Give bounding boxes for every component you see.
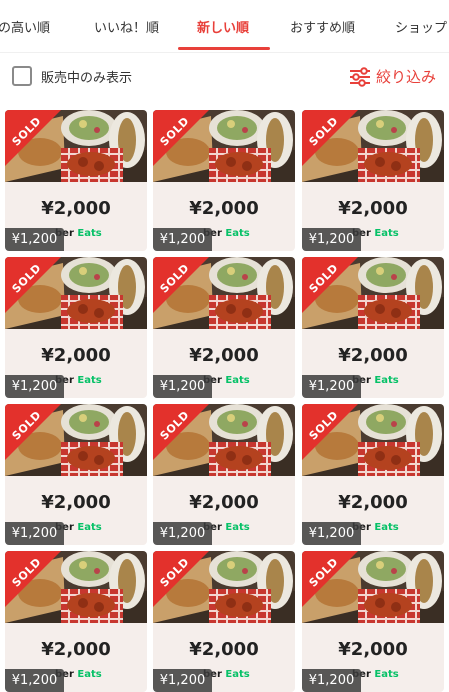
brand-suffix: Eats (77, 375, 102, 386)
brand-suffix: Eats (77, 669, 102, 680)
gift-card-amount: ¥2,000 (338, 345, 408, 366)
product-card[interactable]: SOLD ¥2,000 ber Eats ¥1,200 (302, 257, 444, 398)
price-tag: ¥1,200 (153, 375, 212, 398)
tab-recommended[interactable]: おすすめ順 (290, 17, 355, 36)
brand-suffix: Eats (374, 375, 399, 386)
price-tag: ¥1,200 (153, 228, 212, 251)
brand-suffix: Eats (225, 375, 250, 386)
price-tag: ¥1,200 (302, 375, 361, 398)
gift-card-amount: ¥2,000 (41, 492, 111, 513)
brand-suffix: Eats (225, 522, 250, 533)
brand-suffix: Eats (374, 228, 399, 239)
product-card[interactable]: SOLD ¥2,000 ber Eats ¥1,200 (5, 110, 147, 251)
gift-card-amount: ¥2,000 (189, 492, 259, 513)
product-card[interactable]: SOLD ¥2,000 ber Eats ¥1,200 (5, 551, 147, 692)
tab-shop[interactable]: ショップ (395, 17, 447, 36)
product-card[interactable]: SOLD ¥2,000 ber Eats ¥1,200 (153, 257, 295, 398)
price-tag: ¥1,200 (5, 228, 64, 251)
tab-newest[interactable]: 新しい順 (197, 17, 249, 36)
price-tag: ¥1,200 (302, 522, 361, 545)
gift-card-amount: ¥2,000 (189, 639, 259, 660)
brand-suffix: Eats (225, 228, 250, 239)
product-card[interactable]: SOLD ¥2,000 ber Eats ¥1,200 (302, 110, 444, 251)
price-tag: ¥1,200 (153, 669, 212, 692)
gift-card-amount: ¥2,000 (41, 345, 111, 366)
on-sale-only-label: 販売中のみ表示 (41, 70, 133, 86)
filter-bar: 販売中のみ表示 絞り込み (0, 52, 449, 108)
sliders-icon (349, 66, 370, 87)
price-tag: ¥1,200 (5, 669, 64, 692)
filter-label: 絞り込み (375, 68, 436, 86)
tab-price-high[interactable]: の高い順 (0, 17, 50, 36)
brand-suffix: Eats (374, 522, 399, 533)
price-tag: ¥1,200 (153, 522, 212, 545)
gift-card-amount: ¥2,000 (338, 492, 408, 513)
filter-button[interactable]: 絞り込み (349, 66, 436, 87)
gift-card-amount: ¥2,000 (41, 198, 111, 219)
active-tab-indicator (178, 47, 270, 50)
tab-likes[interactable]: いいね！順 (94, 17, 159, 36)
gift-card-amount: ¥2,000 (338, 198, 408, 219)
gift-card-amount: ¥2,000 (41, 639, 111, 660)
price-tag: ¥1,200 (302, 669, 361, 692)
product-card[interactable]: SOLD ¥2,000 ber Eats ¥1,200 (302, 551, 444, 692)
brand-suffix: Eats (77, 228, 102, 239)
brand-suffix: Eats (225, 669, 250, 680)
brand-suffix: Eats (374, 669, 399, 680)
product-card[interactable]: SOLD ¥2,000 ber Eats ¥1,200 (153, 551, 295, 692)
gift-card-amount: ¥2,000 (189, 198, 259, 219)
product-card[interactable]: SOLD ¥2,000 ber Eats ¥1,200 (5, 404, 147, 545)
gift-card-amount: ¥2,000 (189, 345, 259, 366)
on-sale-only-toggle[interactable]: 販売中のみ表示 (12, 66, 132, 86)
brand-suffix: Eats (77, 522, 102, 533)
product-card[interactable]: SOLD ¥2,000 ber Eats ¥1,200 (153, 110, 295, 251)
gift-card-amount: ¥2,000 (338, 639, 408, 660)
product-card[interactable]: SOLD ¥2,000 ber Eats ¥1,200 (153, 404, 295, 545)
price-tag: ¥1,200 (5, 375, 64, 398)
price-tag: ¥1,200 (302, 228, 361, 251)
product-card[interactable]: SOLD ¥2,000 ber Eats ¥1,200 (5, 257, 147, 398)
sort-tabs: の高い順 いいね！順 新しい順 おすすめ順 ショップ (0, 0, 449, 53)
price-tag: ¥1,200 (5, 522, 64, 545)
product-card[interactable]: SOLD ¥2,000 ber Eats ¥1,200 (302, 404, 444, 545)
on-sale-only-checkbox[interactable] (12, 66, 32, 86)
